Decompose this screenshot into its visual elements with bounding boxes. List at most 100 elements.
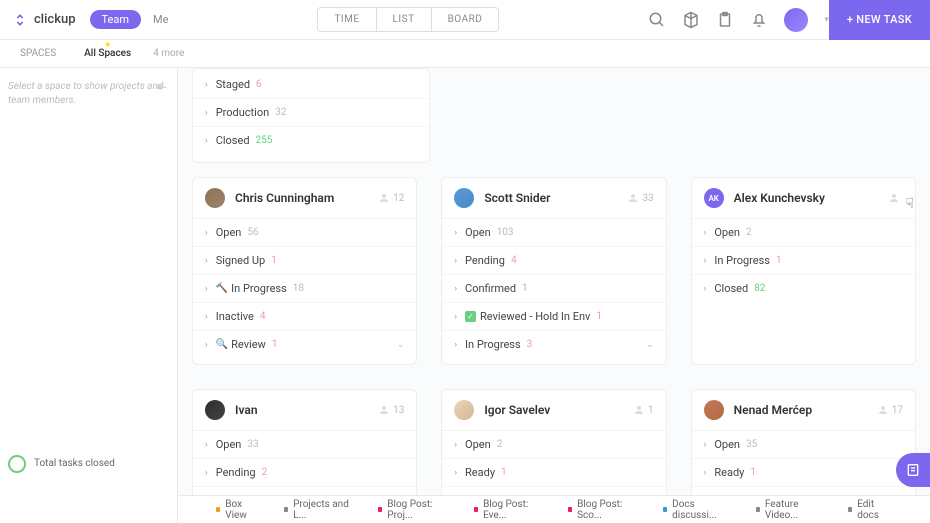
bottom-tab[interactable]: Docs discussi...	[655, 497, 740, 523]
row-label: Open	[714, 438, 740, 451]
status-row[interactable]: ›Staged6	[193, 71, 429, 99]
bottom-tab[interactable]: Box View	[208, 497, 268, 523]
chevron-right-icon: ›	[704, 468, 707, 478]
clipboard-icon[interactable]	[716, 11, 734, 29]
expand-icon[interactable]: ⌄	[397, 340, 405, 350]
bottom-tab[interactable]: Blog Post: Eve...	[466, 497, 552, 523]
card-header: Nenad Merćep 17	[692, 390, 915, 431]
progress-ring-icon	[8, 455, 26, 473]
chevron-right-icon: ›	[205, 312, 208, 322]
status-row[interactable]: ›In Progress3⌄	[442, 331, 665, 358]
status-row[interactable]: ›Confirmed1	[442, 275, 665, 303]
status-row[interactable]: ›Open2	[692, 219, 915, 247]
spaces-tab[interactable]: SPACES	[6, 48, 70, 59]
user-avatar[interactable]	[784, 8, 808, 32]
chevron-right-icon: ›	[205, 284, 208, 294]
row-count: 56	[247, 227, 258, 238]
row-count: 1	[596, 311, 602, 322]
avatar[interactable]	[704, 400, 724, 420]
chevron-right-icon: ›	[454, 440, 457, 450]
status-row[interactable]: ›Production32	[193, 99, 429, 127]
row-label: Review	[231, 338, 266, 351]
bottom-bar: Box View Projects and L... Blog Post: Proj…	[178, 495, 930, 523]
task-count: 17	[877, 404, 903, 416]
status-row[interactable]: ›Open33	[193, 431, 416, 459]
status-row[interactable]: ›Closed255	[193, 127, 429, 154]
dot-icon	[474, 507, 478, 512]
avatar[interactable]	[205, 400, 225, 420]
row-label: Closed	[216, 134, 250, 147]
status-row[interactable]: ›Open103	[442, 219, 665, 247]
cube-icon[interactable]	[682, 11, 700, 29]
status-row[interactable]: ›Inactive4	[193, 303, 416, 331]
sidebar-stat: Total tasks closed	[8, 455, 115, 473]
collapse-icon[interactable]: ⇤	[157, 80, 167, 94]
status-row[interactable]: ›Open35	[692, 431, 915, 459]
bottom-tab[interactable]: Edit docs	[840, 497, 900, 523]
row-count: 4	[511, 255, 517, 266]
all-spaces-tab[interactable]: ★ All Spaces	[70, 48, 145, 59]
search-icon[interactable]	[648, 11, 666, 29]
dot-icon	[663, 507, 667, 512]
row-label: In Progress	[714, 254, 770, 267]
row-label: Open	[465, 438, 491, 451]
person-name: Igor Savelev	[484, 403, 633, 417]
chevron-right-icon: ›	[454, 340, 457, 350]
status-row[interactable]: ›✓Reviewed - Hold In Env1	[442, 303, 665, 331]
dot-icon	[216, 507, 220, 512]
bottom-tab[interactable]: Projects and L...	[276, 497, 362, 523]
view-list[interactable]: LIST	[377, 8, 432, 31]
status-row[interactable]: ›Ready1	[692, 459, 915, 487]
person-card: AK Alex Kunchevsky ›Open2›In Progress1›C…	[691, 177, 916, 365]
card-header: Chris Cunningham 12	[193, 178, 416, 219]
new-task-button[interactable]: + NEW TASK	[829, 0, 930, 40]
subheader: SPACES ★ All Spaces 4 more	[0, 40, 930, 68]
status-row[interactable]: ›Pending2	[193, 459, 416, 487]
status-row[interactable]: ›Ready1	[442, 459, 665, 487]
task-count: 12	[378, 192, 404, 204]
row-count: 1	[776, 255, 782, 266]
view-time[interactable]: TIME	[318, 8, 376, 31]
bell-icon[interactable]	[750, 11, 768, 29]
avatar[interactable]	[205, 188, 225, 208]
clickup-logo-icon	[12, 12, 28, 28]
status-row[interactable]: ›Closed82	[692, 275, 915, 302]
bottom-tab[interactable]: Blog Post: Proj...	[370, 497, 458, 523]
expand-icon[interactable]: ⌄	[646, 340, 654, 350]
status-row[interactable]: ›Open56	[193, 219, 416, 247]
chevron-right-icon: ›	[205, 340, 208, 350]
bottom-tab[interactable]: Feature Video...	[748, 497, 832, 523]
task-count	[888, 192, 903, 204]
row-label: Open	[714, 226, 740, 239]
status-row[interactable]: ›🔍Review1⌄	[193, 331, 416, 358]
me-link[interactable]: Me	[153, 13, 168, 26]
status-row[interactable]: ›Pending4	[442, 247, 665, 275]
more-spaces[interactable]: 4 more	[153, 48, 184, 59]
chevron-right-icon: ›	[205, 440, 208, 450]
status-row[interactable]: ›🔨In Progress18	[193, 275, 416, 303]
row-count: 2	[262, 467, 268, 478]
person-name: Nenad Merćep	[734, 403, 877, 417]
team-pill[interactable]: Team	[90, 10, 142, 29]
logo[interactable]: clickup	[12, 12, 76, 28]
sidebar: Select a space to show projects and team…	[0, 68, 178, 523]
avatar[interactable]	[454, 400, 474, 420]
fab-button[interactable]	[896, 453, 930, 487]
row-count: 4	[260, 311, 266, 322]
content: ›Staged6›Production32›Closed255 Chris Cu…	[178, 68, 930, 523]
avatar[interactable]: AK	[704, 188, 724, 208]
dot-icon	[378, 507, 382, 512]
row-label: Open	[465, 226, 491, 239]
status-row[interactable]: ›Open2	[442, 431, 665, 459]
status-row[interactable]: ›In Progress1	[692, 247, 915, 275]
task-count: 13	[378, 404, 404, 416]
chevron-right-icon: ›	[454, 228, 457, 238]
row-label: Ready	[714, 466, 744, 479]
card-header: Ivan 13	[193, 390, 416, 431]
chevron-right-icon: ›	[205, 256, 208, 266]
avatar[interactable]	[454, 188, 474, 208]
status-row[interactable]: ›Signed Up1	[193, 247, 416, 275]
row-count: 35	[746, 439, 757, 450]
view-board[interactable]: BOARD	[432, 8, 499, 31]
bottom-tab[interactable]: Blog Post: Sco...	[560, 497, 647, 523]
